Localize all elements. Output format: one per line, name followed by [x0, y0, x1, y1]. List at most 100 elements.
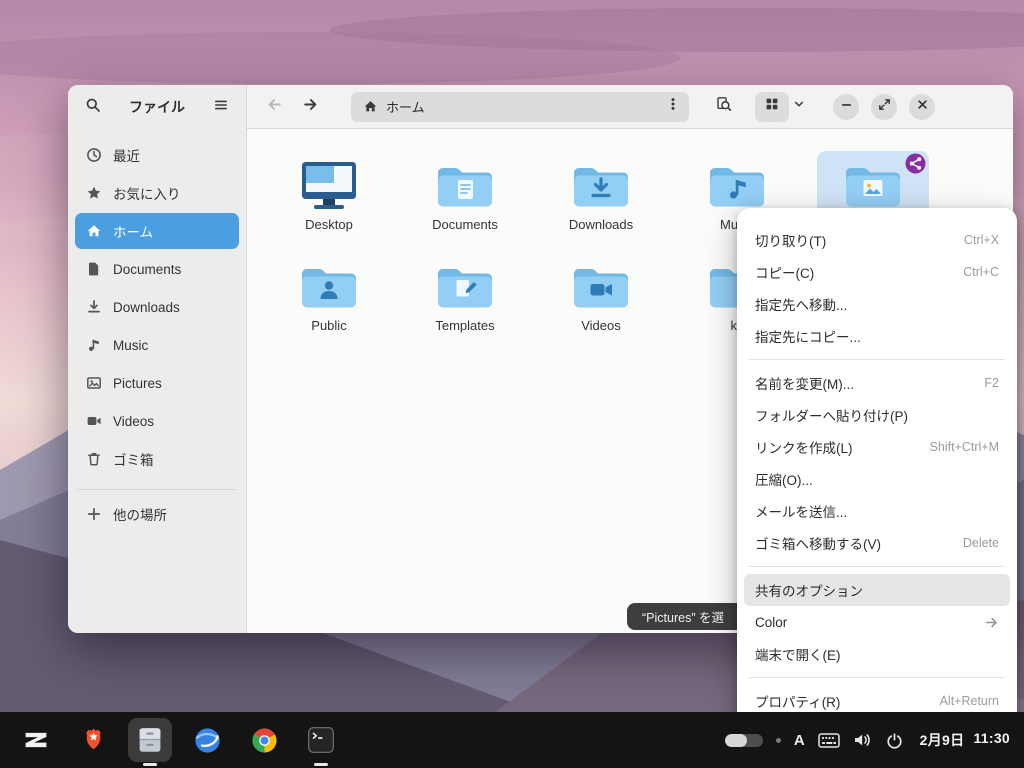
menu-separator	[749, 566, 1005, 567]
file-tile-desktop[interactable]: Desktop	[273, 151, 385, 238]
minimize-button[interactable]	[833, 94, 859, 120]
headerbar: ホーム	[247, 85, 1013, 129]
menu-item-label: フォルダーへ貼り付け(P)	[755, 405, 991, 425]
keyboard-icon[interactable]	[818, 733, 840, 748]
menu-item-move-to[interactable]: 指定先へ移動...	[744, 288, 1010, 320]
running-indicator	[143, 763, 157, 766]
folder-icon	[569, 260, 633, 314]
file-name: Documents	[432, 217, 498, 232]
menu-item-send-email[interactable]: メールを送信...	[744, 495, 1010, 527]
menu-item-label: リンクを作成(L)	[755, 437, 922, 457]
file-tile-downloads[interactable]: Downloads	[545, 151, 657, 238]
status-pill-fill	[725, 734, 747, 747]
power-icon[interactable]	[886, 732, 903, 749]
search-document-icon	[716, 96, 732, 117]
sidebar-item-videos[interactable]: Videos	[75, 403, 239, 439]
file-tile-documents[interactable]: Documents	[409, 151, 521, 238]
close-icon	[915, 97, 930, 117]
close-button[interactable]	[909, 94, 935, 120]
menu-item-paste-into-folder[interactable]: フォルダーへ貼り付け(P)	[744, 399, 1010, 431]
sidebar-item-home[interactable]: ホーム	[75, 213, 239, 249]
menu-item-shortcut: Ctrl+X	[964, 233, 999, 247]
taskbar-app-chrome[interactable]	[242, 718, 286, 762]
volume-icon[interactable]	[853, 732, 873, 748]
menu-item-make-link[interactable]: リンクを作成(L) Shift+Ctrl+M	[744, 431, 1010, 463]
sidebar-item-label: Pictures	[113, 376, 162, 391]
back-button[interactable]	[259, 92, 289, 122]
sidebar-item-icon	[86, 413, 102, 429]
folder-icon	[841, 159, 905, 213]
sidebar-item-label: 最近	[113, 145, 140, 165]
search-button[interactable]	[78, 92, 108, 122]
sidebar-item-icon	[86, 375, 102, 391]
menu-item-rename[interactable]: 名前を変更(M)... F2	[744, 367, 1010, 399]
menu-item-label: 指定先へ移動...	[755, 294, 991, 314]
search-files-button[interactable]	[709, 92, 739, 122]
file-name: Desktop	[305, 217, 353, 232]
sidebar-item-starred[interactable]: お気に入り	[75, 175, 239, 211]
sidebar-item-trash[interactable]: ゴミ箱	[75, 441, 239, 477]
menu-item-cut[interactable]: 切り取り(T) Ctrl+X	[744, 224, 1010, 256]
menu-item-move-to-trash[interactable]: ゴミ箱へ移動する(V) Delete	[744, 527, 1010, 559]
sidebar-item-recent[interactable]: 最近	[75, 137, 239, 173]
menu-item-label: Color	[755, 615, 968, 630]
location-menu-button[interactable]	[660, 94, 686, 120]
menu-item-shortcut: Ctrl+C	[963, 265, 999, 279]
view-options-dropdown[interactable]	[789, 92, 809, 122]
taskbar-app-zorin-menu[interactable]	[14, 718, 58, 762]
app-icon	[78, 725, 109, 756]
sidebar-item-icon	[86, 223, 102, 239]
sidebar-item-music[interactable]: Music	[75, 327, 239, 363]
status-dot	[776, 738, 781, 743]
status-pill[interactable]	[725, 734, 763, 747]
menu-item-color[interactable]: Color	[744, 606, 1010, 638]
taskbar-app-terminal[interactable]	[299, 718, 343, 762]
sidebar: ファイル 最近 お気に入り ホーム Documents	[68, 85, 247, 633]
view-toggle-button[interactable]	[755, 92, 789, 122]
location-bar[interactable]: ホーム	[351, 92, 689, 122]
time-text: 11:30	[973, 730, 1010, 750]
menu-separator	[749, 359, 1005, 360]
menu-item-copy-to[interactable]: 指定先にコピー...	[744, 320, 1010, 352]
app-icon	[19, 723, 53, 757]
taskbar-app-web-browser[interactable]	[185, 718, 229, 762]
taskbar-app-brave[interactable]	[71, 718, 115, 762]
maximize-button[interactable]	[871, 94, 897, 120]
menu-item-compress[interactable]: 圧縮(O)...	[744, 463, 1010, 495]
sidebar-item-icon	[86, 261, 102, 277]
menu-separator	[749, 677, 1005, 678]
minimize-icon	[839, 97, 854, 117]
kebab-icon	[665, 96, 681, 117]
menu-item-sharing-options[interactable]: 共有のオプション	[744, 574, 1010, 606]
menu-item-shortcut: Delete	[963, 536, 999, 550]
menu-item-label: 名前を変更(M)...	[755, 373, 976, 393]
ime-indicator[interactable]: A	[794, 732, 805, 749]
sidebar-item-other-locations[interactable]: 他の場所	[75, 496, 239, 532]
file-name: Downloads	[569, 217, 633, 232]
sidebar-item-downloads[interactable]: Downloads	[75, 289, 239, 325]
grid-view-icon	[764, 96, 780, 117]
sidebar-item-pictures[interactable]: Pictures	[75, 365, 239, 401]
menu-item-label: ゴミ箱へ移動する(V)	[755, 533, 955, 553]
folder-icon	[433, 159, 497, 213]
clock[interactable]: 2月9日 11:30	[920, 730, 1010, 750]
file-tile-templates[interactable]: Templates	[409, 252, 521, 339]
file-name: Templates	[435, 318, 494, 333]
file-tile-videos[interactable]: Videos	[545, 252, 657, 339]
app-menu-button[interactable]	[206, 92, 236, 122]
menu-item-copy[interactable]: コピー(C) Ctrl+C	[744, 256, 1010, 288]
menu-item-open-in-terminal[interactable]: 端末で開く(E)	[744, 638, 1010, 670]
forward-button[interactable]	[295, 92, 325, 122]
taskbar-apps	[14, 712, 343, 768]
file-tile-public[interactable]: Public	[273, 252, 385, 339]
folder-icon	[297, 159, 361, 213]
home-icon	[363, 99, 378, 114]
folder-icon	[433, 260, 497, 314]
menu-item-label: 圧縮(O)...	[755, 469, 991, 489]
menu-item-shortcut: Shift+Ctrl+M	[930, 440, 999, 454]
menu-item-label: 共有のオプション	[755, 580, 991, 600]
menu-item-label: プロパティ(R)	[755, 691, 932, 711]
app-title: ファイル	[108, 97, 206, 117]
taskbar-app-files[interactable]	[128, 718, 172, 762]
sidebar-item-documents[interactable]: Documents	[75, 251, 239, 287]
